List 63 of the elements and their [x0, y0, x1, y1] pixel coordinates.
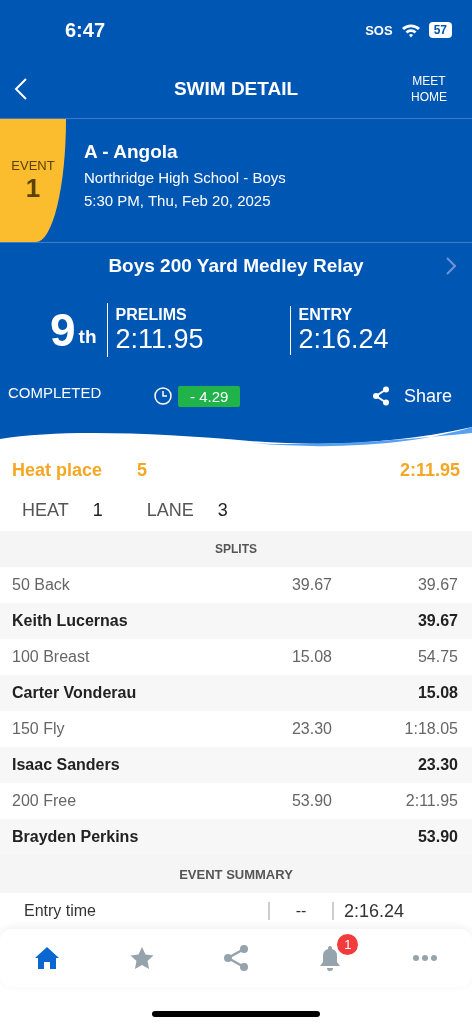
- cumulative-time: 2:11.95: [404, 792, 458, 810]
- cumulative-time: 39.67: [416, 576, 458, 594]
- meet-home-button[interactable]: MEET HOME: [400, 73, 458, 105]
- swimmer-time: 15.08: [416, 684, 458, 702]
- back-icon[interactable]: [14, 77, 28, 101]
- bell-icon[interactable]: [318, 944, 343, 972]
- split-time: 23.30: [290, 720, 332, 738]
- swimmer-name: Carter Vonderau: [12, 684, 138, 702]
- swimmer-time: 23.30: [416, 756, 458, 774]
- split-distance: 150 Fly: [12, 720, 66, 738]
- page-title: SWIM DETAIL: [172, 78, 300, 100]
- entry-time: 2:16.24: [298, 323, 390, 355]
- entry-label: ENTRY: [298, 305, 354, 324]
- heat-label: HEAT: [22, 499, 69, 521]
- team-name: A - Angola: [84, 141, 179, 163]
- chevron-icon[interactable]: [446, 257, 456, 275]
- cumulative-time: 1:18.05: [403, 720, 458, 738]
- cumulative-time: 54.75: [416, 648, 458, 666]
- split-distance: 200 Free: [12, 792, 78, 810]
- school-name: Northridge High School - Boys: [84, 169, 286, 186]
- time-difference-badge: - 4.29: [178, 385, 241, 407]
- notification-badge: 1: [337, 934, 359, 955]
- clock-icon: [154, 387, 172, 405]
- swimmer-name: Brayden Perkins: [12, 828, 140, 846]
- section-header: EVENT SUMMARY: [0, 855, 472, 893]
- event-datetime: 5:30 PM, Thu, Feb 20, 2025: [84, 192, 272, 209]
- share-button[interactable]: Share: [371, 385, 452, 407]
- summary-label: Entry time: [23, 902, 97, 920]
- lane-label: LANE: [146, 499, 194, 521]
- place-number: 9: [50, 303, 76, 357]
- swimmer-time: 53.90: [416, 828, 458, 846]
- lane-value: 3: [217, 499, 228, 521]
- split-time: 53.90: [290, 792, 332, 810]
- split-distance: 100 Breast: [12, 648, 91, 666]
- summary-cell: --: [268, 902, 334, 920]
- event-title[interactable]: Boys 200 Yard Medley Relay: [108, 255, 364, 277]
- status-time: 6:47: [65, 18, 106, 42]
- prelims-label: PRELIMS: [115, 305, 188, 324]
- swimmer-name: Isaac Sanders: [12, 756, 121, 774]
- swimmer-name: Keith Lucernas: [12, 612, 129, 630]
- place-suffix: th: [78, 326, 97, 348]
- star-icon[interactable]: [128, 946, 155, 970]
- heat-place-value: 5: [137, 459, 147, 481]
- split-time: 15.08: [290, 648, 332, 666]
- event-label: EVENT: [11, 157, 55, 173]
- status-label: COMPLETED: [8, 383, 103, 401]
- split-time: 39.67: [290, 576, 332, 594]
- battery-indicator: 57: [428, 22, 452, 38]
- heat-place-time: 2:11.95: [399, 459, 460, 481]
- share-icon[interactable]: [221, 944, 250, 972]
- sos-indicator: SOS: [365, 22, 393, 38]
- prelims-time: 2:11.95: [115, 323, 205, 355]
- section-header: SPLITS: [0, 531, 472, 567]
- heat-value: 1: [92, 499, 103, 521]
- summary-cell-text: 2:16.24: [343, 900, 406, 922]
- event-number: 1: [25, 172, 41, 204]
- swimmer-time: 39.67: [416, 612, 458, 630]
- home-icon[interactable]: [34, 946, 61, 970]
- more-icon[interactable]: [412, 955, 437, 961]
- share-icon: [371, 386, 390, 406]
- split-distance: 50 Back: [12, 576, 71, 594]
- wifi-icon: [400, 22, 421, 38]
- heat-place-label: Heat place: [12, 459, 104, 481]
